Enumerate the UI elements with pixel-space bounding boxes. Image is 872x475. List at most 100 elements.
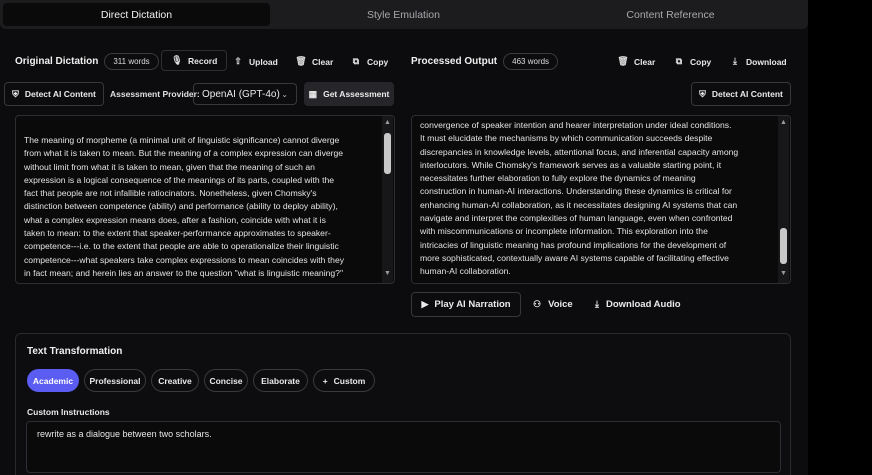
- right-copy-wrap: ⧉ Copy: [673, 52, 711, 71]
- upload-button[interactable]: ⇧ Upload: [232, 56, 278, 67]
- chip-creative[interactable]: Creative: [151, 369, 199, 392]
- left-detect-ai-label: Detect AI Content: [24, 89, 96, 99]
- right-copy-label: Copy: [690, 56, 712, 67]
- right-clear-button[interactable]: 🗑 Clear: [617, 56, 655, 67]
- left-clear-button[interactable]: 🗑 Clear: [295, 56, 333, 67]
- original-dictation-text: The meaning of morpheme (a minimal unit …: [24, 134, 379, 280]
- voice-icon: ⚇: [533, 299, 542, 309]
- download-icon: ⤓: [595, 299, 599, 309]
- left-actions: 🎙 Record: [161, 50, 228, 71]
- left-detect-ai-button[interactable]: ⛨ Detect AI Content: [4, 82, 104, 106]
- processed-output-title: Processed Output: [411, 56, 498, 67]
- right-scrollbar-thumb[interactable]: [780, 228, 787, 264]
- original-text-line: from what it is taken to mean. But the m…: [24, 148, 344, 159]
- left-copy-wrap: ⧉ Copy: [350, 52, 388, 71]
- original-text-line: without limit from what it is taken to m…: [24, 161, 315, 172]
- app-window: Direct Dictation Style Emulation Content…: [0, 0, 808, 475]
- custom-instructions-label: Custom Instructions: [27, 407, 110, 417]
- processed-text-line: intricacies of linguistic meaning has pr…: [420, 239, 727, 250]
- download-button[interactable]: ⤓ Download: [729, 56, 787, 67]
- processed-text-line: with miscommunications or incomplete inf…: [420, 226, 708, 237]
- scroll-up-icon[interactable]: ▲: [778, 119, 789, 126]
- chip-elaborate[interactable]: Elaborate: [253, 369, 308, 392]
- processed-text-line: navigate and interpret the complexities …: [420, 213, 733, 224]
- right-detect-ai-button[interactable]: ⛨ Detect AI Content: [691, 82, 791, 106]
- original-text-line: distinction between competence (ability)…: [24, 201, 338, 212]
- trash-icon: 🗑: [617, 56, 629, 66]
- processed-output-text: convergence of speaker intention and hea…: [420, 119, 775, 279]
- voice-button[interactable]: ⚇ Voice: [533, 299, 573, 310]
- processed-text-line: convergence of speaker intention and hea…: [420, 120, 732, 130]
- provider-select[interactable]: OpenAI (GPT-4o) ⌄: [193, 83, 297, 105]
- scroll-down-icon[interactable]: ▼: [382, 270, 393, 277]
- original-dictation-textarea[interactable]: The meaning of morpheme (a minimal unit …: [15, 115, 395, 284]
- voice-label: Voice: [548, 299, 573, 310]
- upload-label: Upload: [249, 56, 278, 67]
- download-audio-label: Download Audio: [605, 299, 681, 310]
- left-scrollbar-thumb[interactable]: [384, 133, 391, 174]
- processed-text-line: enhancing human-AI collaboration, as it …: [420, 199, 738, 210]
- play-ai-narration-button[interactable]: ▶ Play AI Narration: [411, 292, 521, 317]
- text-transformation-title: Text Transformation: [27, 346, 123, 357]
- original-text-line: in fact mean; and herein lies an answer …: [24, 267, 344, 278]
- processed-text-line: necessitates further elaboration to full…: [420, 173, 696, 184]
- scroll-down-icon[interactable]: ▼: [778, 270, 789, 277]
- original-text-line: fact that people are not infallible rati…: [24, 188, 317, 199]
- mode-tabs: Direct Dictation Style Emulation Content…: [0, 0, 808, 29]
- right-clear-label: Clear: [634, 56, 656, 67]
- chip-professional[interactable]: Professional: [84, 369, 146, 392]
- get-assessment-button[interactable]: ▦ Get Assessment: [304, 82, 394, 106]
- provider-select-value: OpenAI (GPT-4o): [202, 88, 280, 100]
- left-scrollbar[interactable]: ▲ ▼: [382, 116, 393, 283]
- original-text-line: expression is a logical consequence of t…: [24, 174, 335, 185]
- scroll-up-icon[interactable]: ▲: [382, 119, 393, 126]
- clipboard-icon: ▦: [308, 88, 318, 99]
- right-copy-button[interactable]: ⧉ Copy: [673, 56, 711, 67]
- record-label: Record: [188, 55, 218, 66]
- chip-concise[interactable]: Concise: [204, 369, 248, 392]
- left-clear-label: Clear: [312, 56, 334, 67]
- left-word-count-badge: 311 words: [104, 53, 159, 70]
- upload-icon: ⇧: [234, 56, 242, 66]
- upload-wrap: ⇧ Upload: [232, 52, 278, 71]
- text-transformation-card: Text Transformation Academic Professiona…: [15, 333, 791, 475]
- copy-icon: ⧉: [352, 56, 360, 66]
- plus-icon: +: [322, 375, 328, 386]
- original-text-line: competence---what speakers take complex …: [24, 254, 345, 265]
- processed-text-line: interlocutors. While Chomsky's framework…: [420, 159, 722, 170]
- right-clear-wrap: 🗑 Clear: [617, 52, 655, 71]
- tab-style-emulation[interactable]: Style Emulation: [270, 3, 537, 26]
- shield-icon: ⛨: [12, 88, 19, 99]
- left-copy-label: Copy: [367, 56, 389, 67]
- tab-content-reference[interactable]: Content Reference: [537, 3, 804, 26]
- chip-academic[interactable]: Academic: [27, 369, 79, 392]
- chip-custom[interactable]: + Custom: [313, 369, 375, 392]
- left-copy-button[interactable]: ⧉ Copy: [350, 56, 388, 67]
- trash-icon: 🗑: [295, 56, 307, 66]
- right-gutter: [808, 0, 872, 475]
- download-wrap: ⤓ Download: [729, 52, 787, 71]
- processed-text-line: It must elucidate the mechanisms by whic…: [420, 133, 713, 144]
- right-word-count-badge: 463 words: [503, 53, 559, 70]
- right-scrollbar[interactable]: ▲ ▼: [778, 116, 789, 283]
- processed-output-textarea[interactable]: convergence of speaker intention and hea…: [411, 115, 791, 284]
- download-icon: ⤓: [733, 56, 737, 66]
- left-header: Original Dictation 311 words: [15, 52, 159, 71]
- tab-direct-dictation[interactable]: Direct Dictation: [3, 3, 270, 26]
- original-text-line: competence---i.e. to the extent that peo…: [24, 241, 339, 252]
- copy-icon: ⧉: [675, 56, 683, 66]
- processed-text-line: discrepancies in knowledge levels, atten…: [420, 146, 739, 157]
- assessment-provider-label: Assessment Provider:: [110, 89, 200, 99]
- record-button[interactable]: 🎙 Record: [161, 50, 228, 71]
- left-clear-wrap: 🗑 Clear: [295, 52, 333, 71]
- chip-custom-label: Custom: [333, 375, 366, 386]
- processed-text-line: human-AI collaboration.: [420, 266, 511, 277]
- microphone-icon: 🎙: [171, 55, 183, 65]
- download-audio-button[interactable]: ⤓ Download Audio: [595, 299, 681, 310]
- get-assessment-label: Get Assessment: [323, 89, 390, 99]
- original-text-line: taken to mean: to the extent that speake…: [24, 228, 331, 239]
- custom-instructions-input[interactable]: rewrite as a dialogue between two schola…: [26, 421, 781, 473]
- original-text-line: The meaning of morpheme (a minimal unit …: [24, 135, 340, 145]
- processed-text-line: construction in human-AI interactions. U…: [420, 186, 732, 197]
- right-header: Processed Output 463 words: [411, 52, 559, 71]
